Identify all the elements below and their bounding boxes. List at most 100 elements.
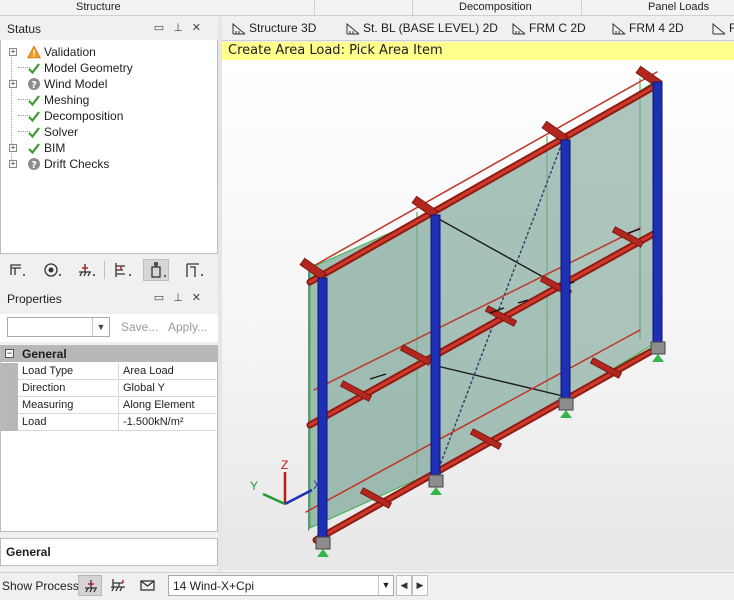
chevron-left-icon: ◀ xyxy=(400,580,408,590)
check-icon xyxy=(28,127,40,139)
panel-window-buttons[interactable]: ▭⊥✕ xyxy=(154,291,210,304)
float-icon[interactable]: ▭ xyxy=(154,292,173,304)
frame-icon xyxy=(10,264,25,276)
tree-item[interactable]: + Validation xyxy=(7,44,207,60)
property-value[interactable]: Global Y xyxy=(123,382,165,394)
load-case-value: 14 Wind-X+Cpi xyxy=(173,579,255,593)
tab-base-level[interactable]: St. BL (BASE LEVEL) 2D xyxy=(346,21,498,35)
tree-item[interactable]: Decomposition xyxy=(7,108,207,124)
tab-frm-4[interactable]: FRM 4 2D xyxy=(612,21,684,35)
wind-check-button[interactable] xyxy=(39,259,65,281)
axis-x-label: X xyxy=(313,478,321,492)
pin-icon[interactable]: ⊥ xyxy=(173,292,192,304)
tab-structure[interactable]: Structure xyxy=(76,1,121,13)
check-icon xyxy=(28,95,40,107)
expand-icon[interactable]: + xyxy=(9,160,17,168)
tree-item-label: Solver xyxy=(44,125,79,139)
check-icon xyxy=(28,111,40,123)
close-icon[interactable]: ✕ xyxy=(192,22,210,34)
tab-panel-loads[interactable]: Panel Loads xyxy=(648,1,709,13)
tree-item-label: Model Geometry xyxy=(44,61,133,75)
description-title: General xyxy=(6,545,51,559)
svg-text:?: ? xyxy=(31,160,37,171)
beam-check-button[interactable] xyxy=(181,259,207,281)
tab-label: F xyxy=(729,21,734,35)
command-prompt-text: Create Area Load: Pick Area Item xyxy=(228,43,443,58)
view-icon xyxy=(612,22,626,35)
property-row[interactable]: Measuring Along Element xyxy=(1,397,217,414)
property-row[interactable]: Load -1.500kN/m² xyxy=(1,414,217,431)
tree-item[interactable]: Model Geometry xyxy=(7,60,207,76)
property-category[interactable]: − General xyxy=(1,346,217,362)
row-gutter xyxy=(1,414,18,431)
structure-model[interactable]: Z Y X xyxy=(222,60,734,570)
reactions-view-button[interactable] xyxy=(107,575,131,596)
tab-label: St. BL (BASE LEVEL) 2D xyxy=(363,21,498,35)
check-icon xyxy=(28,143,40,155)
tree-item[interactable]: Meshing xyxy=(7,92,207,108)
check-icon xyxy=(28,63,40,75)
chevron-down-icon[interactable]: ▼ xyxy=(378,576,393,595)
properties-panel-title: Properties xyxy=(7,292,62,306)
expand-icon[interactable]: + xyxy=(9,48,17,56)
property-row[interactable]: Direction Global Y xyxy=(1,380,217,397)
tree-item-label: BIM xyxy=(44,141,66,155)
divider xyxy=(581,0,582,16)
expand-icon[interactable]: + xyxy=(9,80,17,88)
support-icon xyxy=(79,264,95,277)
chevron-down-icon[interactable]: ▼ xyxy=(92,318,109,336)
member-check-button[interactable] xyxy=(143,259,169,281)
status-toolbar xyxy=(0,256,218,284)
support-view-button[interactable] xyxy=(78,575,102,596)
close-icon[interactable]: ✕ xyxy=(192,292,210,304)
property-value[interactable]: Area Load xyxy=(123,365,174,377)
expand-icon[interactable]: + xyxy=(9,144,17,152)
tree-item-label: Meshing xyxy=(44,93,90,107)
question-icon: ? xyxy=(28,78,40,91)
property-value[interactable]: Along Element xyxy=(123,399,195,411)
float-icon[interactable]: ▭ xyxy=(154,22,173,34)
status-tree[interactable]: + Validation Model Geometry +? Wind Model Mes… xyxy=(0,40,218,254)
tab-label: FRM C 2D xyxy=(529,21,586,35)
tree-item[interactable]: +? Drift Checks xyxy=(7,156,207,172)
tree-item[interactable]: + BIM xyxy=(7,140,207,156)
tree-item[interactable]: +? Wind Model xyxy=(7,76,207,92)
tree-item[interactable]: Solver xyxy=(7,124,207,140)
properties-object-select[interactable]: ▼ xyxy=(7,317,110,337)
tab-structure-3d[interactable]: Structure 3D xyxy=(232,21,316,35)
property-row[interactable]: Load Type Area Load xyxy=(1,363,217,380)
property-key: Measuring xyxy=(22,399,74,411)
collapse-icon[interactable]: − xyxy=(5,349,14,358)
view-icon xyxy=(232,22,246,35)
panel-window-buttons[interactable]: ▭⊥✕ xyxy=(154,21,210,34)
view-icon xyxy=(512,22,526,35)
tree-item-label: Decomposition xyxy=(44,109,124,123)
mail-icon xyxy=(140,580,155,591)
status-bar: Show Process 14 Wind-X+Cpi ▼ ◀ ▶ xyxy=(0,572,734,598)
next-load-case-button[interactable]: ▶ xyxy=(412,575,428,596)
level-check-button[interactable] xyxy=(109,259,135,281)
property-value[interactable]: -1.500kN/m² xyxy=(123,416,184,428)
pin-icon[interactable]: ⊥ xyxy=(173,22,192,34)
warning-icon xyxy=(27,45,41,59)
divider xyxy=(412,0,413,16)
beam-icon xyxy=(186,263,203,277)
status-panel-title: Status xyxy=(7,22,42,36)
tab-frm-c[interactable]: FRM C 2D xyxy=(512,21,586,35)
tab-label: Structure 3D xyxy=(249,21,317,35)
view-icon xyxy=(346,22,360,35)
divider xyxy=(314,0,315,16)
tab-decomposition[interactable]: Decomposition xyxy=(459,1,532,13)
tab-more[interactable]: F xyxy=(712,21,734,35)
save-button[interactable]: Save... xyxy=(121,320,158,334)
structure-3d-viewport[interactable]: Z Y X xyxy=(222,60,734,570)
frame-check-button[interactable] xyxy=(5,259,31,281)
message-button[interactable] xyxy=(136,575,160,596)
row-gutter xyxy=(1,380,18,397)
divider xyxy=(118,397,119,414)
apply-button[interactable]: Apply... xyxy=(168,320,207,334)
properties-toolbar: ▼ Save... Apply... xyxy=(0,314,218,342)
previous-load-case-button[interactable]: ◀ xyxy=(396,575,412,596)
support-check-button[interactable] xyxy=(73,259,99,281)
load-case-select[interactable]: 14 Wind-X+Cpi ▼ xyxy=(168,575,394,596)
